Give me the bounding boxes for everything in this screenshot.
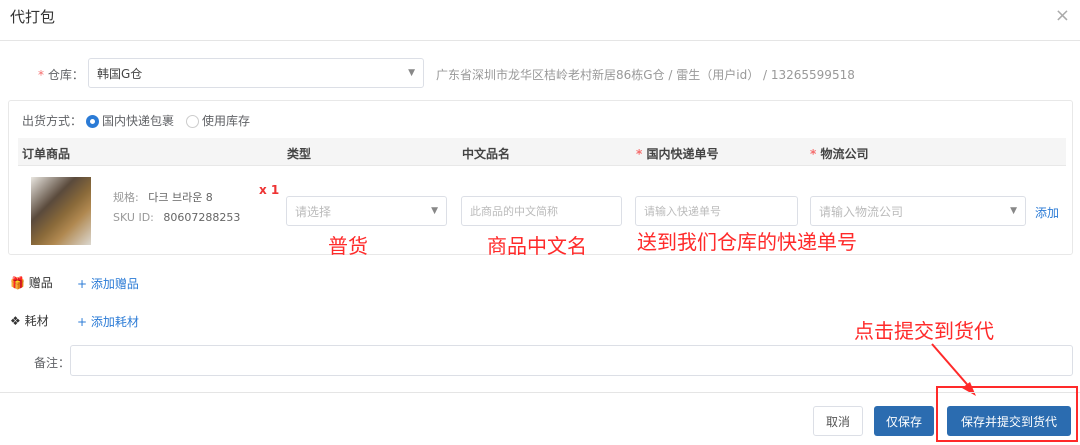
add-link[interactable]: 添加 xyxy=(1035,204,1059,221)
carrier-select[interactable]: 请输入物流公司 ▼ xyxy=(810,196,1026,226)
chevron-down-icon: ▼ xyxy=(1010,206,1017,216)
header-carrier: 物流公司 xyxy=(820,147,869,161)
material-label: 耗材 xyxy=(24,314,49,328)
annotation-type: 普货 xyxy=(328,234,368,258)
cancel-button[interactable]: 取消 xyxy=(813,406,863,436)
divider xyxy=(0,392,1080,393)
material-icon: ❖ xyxy=(10,314,21,328)
header-name: 中文品名 xyxy=(462,147,511,161)
save-submit-button[interactable]: 保存并提交到货代 xyxy=(947,406,1071,436)
product-image xyxy=(31,177,91,245)
chinese-name-input[interactable]: 此商品的中文简称 xyxy=(461,196,622,226)
product-sku: 80607288253 xyxy=(163,211,241,224)
divider xyxy=(0,40,1080,41)
tracking-number-input[interactable]: 请输入快递单号 xyxy=(635,196,798,226)
add-material-link[interactable]: + 添加耗材 xyxy=(77,313,139,330)
type-select[interactable]: 请选择 ▼ xyxy=(286,196,447,226)
warehouse-select[interactable]: 韩国G仓 ▼ xyxy=(88,58,424,88)
radio-stock[interactable]: 使用库存 xyxy=(186,112,250,129)
warehouse-value: 韩国G仓 xyxy=(97,66,143,81)
add-gift-link[interactable]: + 添加赠品 xyxy=(77,275,139,292)
gift-icon: 🎁 xyxy=(10,276,25,290)
radio-domestic[interactable]: 国内快递包裹 xyxy=(86,112,174,129)
header-type: 类型 xyxy=(287,147,312,161)
header-product: 订单商品 xyxy=(22,147,71,161)
remark-label: 备注： xyxy=(34,356,71,370)
header-tracking: 国内快递单号 xyxy=(646,147,719,161)
shipping-label: 出货方式： xyxy=(22,114,83,128)
table-header xyxy=(18,138,1066,166)
dialog-title: 代打包 xyxy=(10,8,56,26)
chevron-down-icon: ▼ xyxy=(408,68,415,78)
annotation-name: 商品中文名 xyxy=(487,234,587,258)
annotation-tracking: 送到我们仓库的快递单号 xyxy=(637,230,857,254)
save-button[interactable]: 仅保存 xyxy=(874,406,934,436)
gift-label: 赠品 xyxy=(28,276,53,290)
product-spec: 다크 브라운 8 xyxy=(148,191,213,204)
chevron-down-icon: ▼ xyxy=(431,206,438,216)
warehouse-label: 仓库： xyxy=(47,68,84,82)
warehouse-address: 广东省深圳市龙华区桔岭老村新居86栋G仓 / 雷生（用户id） / 132655… xyxy=(436,68,855,82)
close-icon[interactable]: × xyxy=(1055,5,1070,26)
product-qty: x 1 xyxy=(259,183,280,197)
